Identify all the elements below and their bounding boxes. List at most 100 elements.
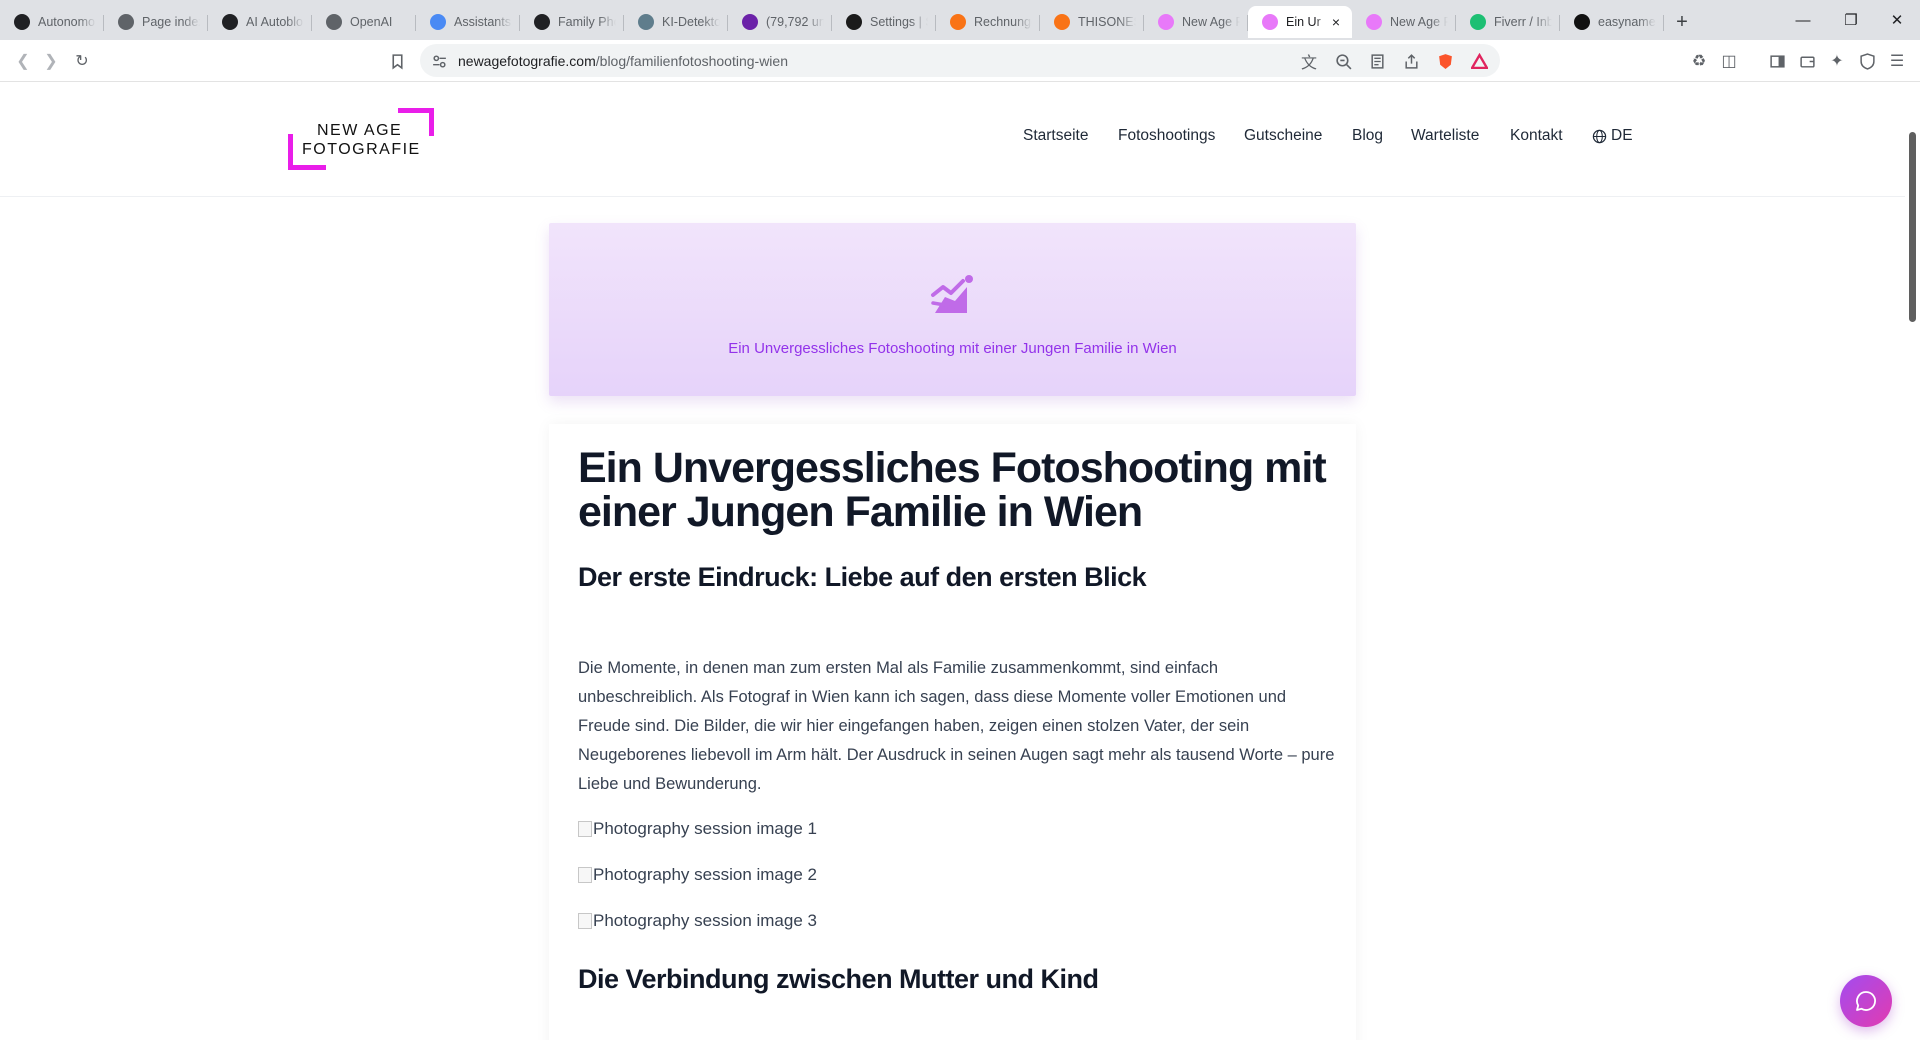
browser-tab[interactable]: New Age F xyxy=(1352,6,1456,38)
wallet-icon[interactable] xyxy=(1796,50,1818,72)
browser-tab-strip: Autonomo Page index AI Autoblo OpenAI Assist… xyxy=(0,0,1920,40)
mail-icon xyxy=(742,14,758,30)
site-header: NEW AGE FOTOGRAFIE Startseite Fotoshooti… xyxy=(0,82,1905,197)
tab-label: New Age F xyxy=(1182,15,1240,29)
hero-image-placeholder: Ein Unvergessliches Fotoshooting mit ein… xyxy=(549,223,1356,396)
tab-label: easyname xyxy=(1598,15,1656,29)
nav-kontakt[interactable]: Kontakt xyxy=(1510,127,1563,145)
chat-button[interactable] xyxy=(1840,975,1892,1027)
new-age-icon xyxy=(1158,14,1174,30)
browser-tab[interactable]: Rechnunge xyxy=(936,6,1040,38)
tab-label: New Age F xyxy=(1390,15,1448,29)
image-placeholder-icon xyxy=(931,275,973,313)
settings-site-icon xyxy=(846,14,862,30)
tab-label: Fiverr / Inb xyxy=(1494,15,1552,29)
page-viewport: NEW AGE FOTOGRAFIE Startseite Fotoshooti… xyxy=(0,82,1920,1040)
logo-text-line2: FOTOGRAFIE xyxy=(302,141,421,158)
thisones-icon xyxy=(1054,14,1070,30)
reader-mode-icon[interactable] xyxy=(1366,50,1388,72)
language-label: DE xyxy=(1611,127,1633,144)
browser-tab[interactable]: Settings | S xyxy=(832,6,936,38)
scrollbar-thumb[interactable] xyxy=(1909,132,1916,322)
browser-tab[interactable]: Ein Ur × xyxy=(1248,6,1352,38)
nav-startseite[interactable]: Startseite xyxy=(1023,127,1088,145)
tab-label: THISONES xyxy=(1078,15,1136,29)
tab-label: Settings | S xyxy=(870,15,928,29)
browser-tab[interactable]: OpenAI xyxy=(312,6,416,38)
browser-tab[interactable]: THISONES xyxy=(1040,6,1144,38)
address-bar[interactable]: newagefotografie.com/blog/familienfotosh… xyxy=(420,44,1500,77)
brave-shields-icon[interactable] xyxy=(1434,50,1456,72)
tab-label: Page index xyxy=(142,15,200,29)
globe-icon xyxy=(1592,129,1607,143)
chat-bubble-icon xyxy=(1856,991,1876,1011)
site-settings-icon[interactable] xyxy=(428,50,450,72)
minimize-button[interactable]: — xyxy=(1780,0,1826,40)
broken-image-icon xyxy=(578,821,592,837)
new-age-icon xyxy=(1366,14,1382,30)
tab-search-icon[interactable]: ◫ xyxy=(1718,50,1740,72)
new-tab-button[interactable]: + xyxy=(1664,6,1700,38)
openai-icon xyxy=(14,14,30,30)
browser-tab[interactable]: Assistants xyxy=(416,6,520,38)
zoom-icon[interactable] xyxy=(1332,50,1354,72)
logo-bracket xyxy=(398,108,434,136)
openai-icon xyxy=(222,14,238,30)
scrollbar[interactable] xyxy=(1905,82,1920,1040)
broken-image-icon xyxy=(578,913,592,929)
assistants-icon xyxy=(430,14,446,30)
nav-gutscheine[interactable]: Gutscheine xyxy=(1244,127,1322,145)
section-heading: Der erste Eindruck: Liebe auf den ersten… xyxy=(578,562,1147,592)
language-switcher[interactable]: DE xyxy=(1592,127,1633,145)
close-window-button[interactable]: ✕ xyxy=(1874,0,1920,40)
browser-tab[interactable]: KI-Detekto xyxy=(624,6,728,38)
article-card: Ein Unvergessliches Fotoshooting mit ein… xyxy=(549,424,1356,1040)
forward-icon[interactable]: ❯ xyxy=(40,50,62,72)
tab-label: OpenAI xyxy=(350,15,393,29)
browser-tab[interactable]: Autonomo xyxy=(0,6,104,38)
image-alt-text: Photography session image 2 xyxy=(593,865,817,884)
tab-label: KI-Detekto xyxy=(662,15,720,29)
tab-label: Assistants xyxy=(454,15,511,29)
browser-tab[interactable]: easyname xyxy=(1560,6,1664,38)
rechnung-icon xyxy=(950,14,966,30)
page-index-icon xyxy=(118,14,134,30)
hero-caption: Ein Unvergessliches Fotoshooting mit ein… xyxy=(728,340,1177,357)
brave-rewards-icon[interactable] xyxy=(1468,50,1490,72)
tab-label: Rechnunge xyxy=(974,15,1032,29)
leo-ai-icon[interactable]: ✦ xyxy=(1826,50,1848,72)
broken-image-icon xyxy=(578,867,592,883)
bookmark-icon[interactable] xyxy=(386,50,408,72)
reload-icon[interactable]: ↻ xyxy=(71,50,93,72)
broken-image: Photography session image 1 xyxy=(578,819,817,839)
back-icon[interactable]: ❮ xyxy=(12,50,34,72)
restore-button[interactable]: ❐ xyxy=(1828,0,1874,40)
broken-image: Photography session image 2 xyxy=(578,865,817,885)
site-logo[interactable]: NEW AGE FOTOGRAFIE xyxy=(288,108,434,170)
vpn-icon[interactable] xyxy=(1856,50,1878,72)
browser-tab[interactable]: New Age F xyxy=(1144,6,1248,38)
logo-text-line1: NEW AGE xyxy=(317,122,403,139)
tab-label: Autonomo xyxy=(38,15,95,29)
browser-tab[interactable]: Family Pho xyxy=(520,6,624,38)
new-age-icon xyxy=(1262,14,1278,30)
menu-icon[interactable]: ☰ xyxy=(1886,50,1908,72)
share-icon[interactable] xyxy=(1400,50,1422,72)
translate-icon[interactable]: 文 xyxy=(1298,50,1320,72)
tab-label: (79,792 un xyxy=(766,15,824,29)
image-alt-text: Photography session image 1 xyxy=(593,819,817,838)
nav-fotoshootings[interactable]: Fotoshootings xyxy=(1118,127,1215,145)
close-tab-icon[interactable]: × xyxy=(1328,14,1344,30)
nav-warteliste[interactable]: Warteliste xyxy=(1411,127,1479,145)
nav-blog[interactable]: Blog xyxy=(1352,127,1383,145)
browser-tab[interactable]: (79,792 un xyxy=(728,6,832,38)
browser-tab[interactable]: Fiverr / Inb xyxy=(1456,6,1560,38)
broken-image: Photography session image 3 xyxy=(578,911,817,931)
extensions-icon[interactable]: ♻ xyxy=(1688,50,1710,72)
browser-tab[interactable]: AI Autoblo xyxy=(208,6,312,38)
openai-icon xyxy=(534,14,550,30)
tab-label: Ein Ur xyxy=(1286,15,1321,29)
sidebar-icon[interactable] xyxy=(1766,50,1788,72)
ki-detektor-icon xyxy=(638,14,654,30)
browser-tab[interactable]: Page index xyxy=(104,6,208,38)
